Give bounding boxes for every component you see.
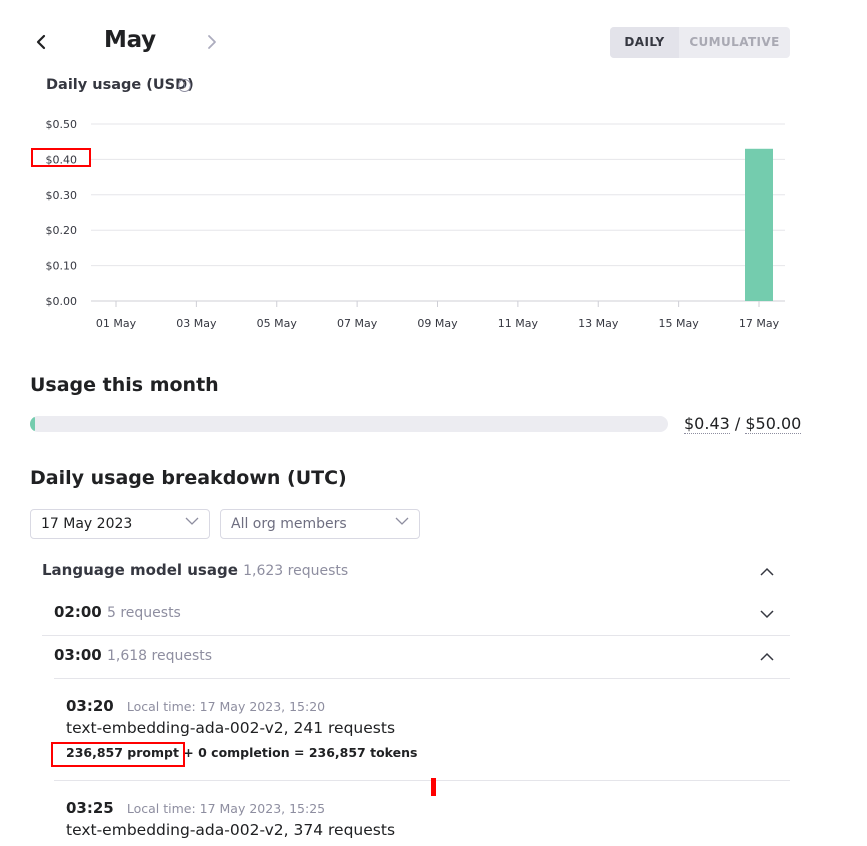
entry-time: 03:20	[66, 697, 114, 715]
x-tick-label: 09 May	[417, 317, 458, 330]
hour-row-0200[interactable]: 02:00 5 requests	[54, 603, 181, 621]
entry-0320: 03:20 Local time: 17 May 2023, 15:20	[66, 696, 325, 715]
language-model-usage-header[interactable]: Language model usage 1,623 requests	[42, 561, 348, 579]
breakdown-title: Daily usage breakdown (UTC)	[30, 467, 347, 489]
usage-this-month-title: Usage this month	[30, 374, 219, 396]
x-tick-label: 11 May	[498, 317, 539, 330]
x-tick-label: 03 May	[176, 317, 217, 330]
y-tick-label: $0.00	[46, 295, 78, 308]
divider	[54, 780, 790, 781]
chart-title: Daily usage (USD)	[46, 77, 194, 93]
y-tick-label: $0.40	[46, 153, 78, 166]
divider	[42, 635, 790, 636]
chevron-down-icon	[395, 517, 409, 525]
x-tick-label: 05 May	[257, 317, 298, 330]
x-tick-label: 13 May	[578, 317, 619, 330]
daily-usage-chart: $0.00 $0.10 $0.20 $0.30 $0.40 $0.50 01 May 03 M…	[46, 118, 785, 330]
y-tick-label: $0.10	[46, 260, 78, 273]
usage-progress-bar	[30, 416, 668, 432]
entry-model: text-embedding-ada-002-v2, 241 requests	[66, 719, 396, 737]
hour-time: 03:00	[54, 646, 102, 664]
usage-used: $0.43	[684, 414, 730, 434]
annotation-mark	[431, 778, 436, 796]
info-icon[interactable]: i	[178, 79, 191, 92]
x-tick-label: 17 May	[739, 317, 780, 330]
chevron-up-icon[interactable]	[759, 649, 775, 665]
usage-limit: $50.00	[745, 414, 802, 434]
entry-0325: 03:25 Local time: 17 May 2023, 15:25	[66, 798, 325, 817]
section-count: 1,623 requests	[243, 563, 349, 579]
hour-count: 5 requests	[106, 605, 181, 621]
x-tick-label: 15 May	[659, 317, 700, 330]
prev-month-button[interactable]	[33, 30, 51, 54]
section-title: Language model usage	[42, 561, 238, 579]
y-tick-label: $0.30	[46, 189, 78, 202]
x-tick-label: 07 May	[337, 317, 378, 330]
daily-toggle-button[interactable]: DAILY	[610, 27, 679, 58]
y-tick-label: $0.20	[46, 224, 78, 237]
chart-bar	[745, 148, 773, 301]
cumulative-toggle-button[interactable]: CUMULATIVE	[679, 27, 790, 58]
chevron-up-icon[interactable]	[759, 564, 775, 580]
chevron-down-icon	[185, 517, 199, 525]
hour-time: 02:00	[54, 603, 102, 621]
usage-amount: $0.43 / $50.00	[684, 414, 802, 434]
usage-progress-fill	[30, 416, 36, 432]
divider	[54, 678, 790, 679]
chevron-left-icon	[36, 34, 46, 50]
chevron-right-icon	[208, 35, 216, 49]
entry-local-time: Local time: 17 May 2023, 15:25	[126, 801, 326, 816]
entry-model: text-embedding-ada-002-v2, 374 requests	[66, 821, 396, 839]
view-toggle: DAILY CUMULATIVE	[610, 27, 790, 58]
entry-tokens: 236,857 prompt + 0 completion = 236,857 …	[66, 745, 418, 760]
entry-time: 03:25	[66, 799, 114, 817]
usage-separator: /	[729, 414, 746, 433]
chevron-down-icon[interactable]	[759, 606, 775, 622]
next-month-button[interactable]	[203, 30, 221, 54]
x-tick-label: 01 May	[96, 317, 137, 330]
date-select[interactable]: 17 May 2023	[30, 509, 210, 539]
date-select-value: 17 May 2023	[41, 516, 133, 532]
hour-row-0300[interactable]: 03:00 1,618 requests	[54, 646, 212, 664]
month-title: May	[104, 27, 156, 53]
y-tick-label: $0.50	[46, 118, 78, 131]
entry-local-time: Local time: 17 May 2023, 15:20	[126, 699, 326, 714]
hour-count: 1,618 requests	[106, 648, 213, 664]
members-select-value: All org members	[231, 516, 347, 532]
members-select[interactable]: All org members	[220, 509, 420, 539]
